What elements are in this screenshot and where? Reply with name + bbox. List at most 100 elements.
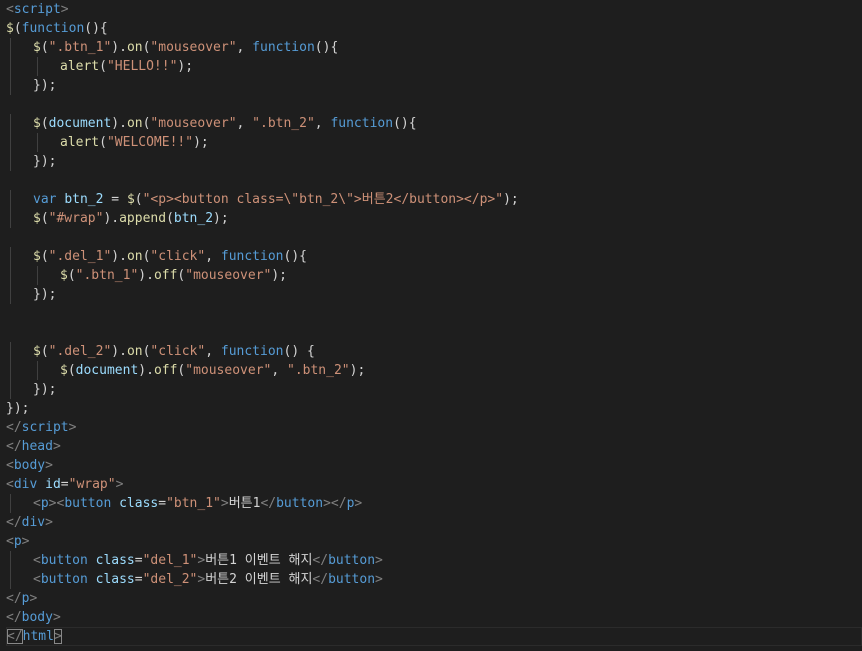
line-content: $(".del_1").on("click", function(){ <box>6 249 307 264</box>
code-token: $ <box>6 21 14 36</box>
code-line[interactable]: <body> <box>6 456 862 475</box>
line-content: <button class="del_1">버튼1 이벤트 해지</button… <box>6 553 383 568</box>
code-token: < <box>33 553 41 568</box>
code-line[interactable] <box>6 95 862 114</box>
code-line[interactable]: }); <box>6 76 862 95</box>
code-line[interactable]: </p> <box>6 589 862 608</box>
code-token: "HELLO!!" <box>106 59 178 74</box>
code-token: "click" <box>150 344 206 359</box>
code-token: (){ <box>283 249 307 264</box>
code-token: > <box>52 610 61 625</box>
code-line[interactable] <box>6 228 862 247</box>
code-line[interactable]: $(".del_2").on("click", function() { <box>6 342 862 361</box>
code-token: , <box>205 249 221 264</box>
code-token: > <box>53 629 62 644</box>
indent-guide <box>10 285 11 304</box>
code-line[interactable]: alert("WELCOME!!"); <box>6 133 862 152</box>
code-token: > <box>45 515 53 530</box>
code-editor[interactable]: <script> $(function(){$(".btn_1").on("mou… <box>0 0 862 651</box>
code-line[interactable]: </body> <box>6 608 862 627</box>
code-token: }); <box>33 382 57 397</box>
line-content: }); <box>6 78 56 93</box>
code-line[interactable] <box>6 304 862 323</box>
code-token: "click" <box>150 249 206 264</box>
indent-guide <box>10 114 11 133</box>
code-line[interactable]: </head> <box>6 437 862 456</box>
code-line[interactable]: $(document).on("mouseover", ".btn_2", fu… <box>6 114 862 133</box>
code-token: script <box>13 2 61 17</box>
code-line[interactable]: var btn_2 = $("<p><button class=\"btn_2\… <box>6 190 862 209</box>
code-line[interactable]: <button class="del_1">버튼1 이벤트 해지</button… <box>6 551 862 570</box>
code-token: ( <box>40 116 49 131</box>
line-content: }); <box>6 154 56 169</box>
code-line[interactable]: $(document).off("mouseover", ".btn_2"); <box>6 361 862 380</box>
code-token: class <box>119 496 159 511</box>
indent-guide <box>10 380 11 399</box>
code-token: </ <box>6 515 22 530</box>
code-token: html <box>22 629 54 644</box>
code-line[interactable]: $("#wrap").append(btn_2); <box>6 209 862 228</box>
code-token: alert <box>60 59 100 74</box>
code-token: body <box>13 458 46 473</box>
code-token: ( <box>67 363 76 378</box>
code-token: p <box>13 534 22 549</box>
code-token: >< <box>48 496 65 511</box>
indent-guide <box>10 247 11 266</box>
code-token: function <box>220 344 284 359</box>
code-token: "wrap" <box>68 477 116 492</box>
code-line[interactable]: $(".del_1").on("click", function(){ <box>6 247 862 266</box>
code-token: ); <box>349 363 366 378</box>
code-line[interactable]: $(".btn_1").off("mouseover"); <box>6 266 862 285</box>
indent-guide <box>37 133 38 152</box>
code-token: $ <box>33 344 41 359</box>
code-line[interactable]: </script> <box>6 418 862 437</box>
code-token: $ <box>33 116 41 131</box>
code-token: btn_2 <box>64 192 104 207</box>
code-line[interactable]: $(".btn_1").on("mouseover", function(){ <box>6 38 862 57</box>
code-token: on <box>126 40 143 55</box>
code-token: button <box>328 553 376 568</box>
code-token: ".btn_2" <box>252 116 315 131</box>
code-line[interactable]: </html> <box>6 627 862 646</box>
code-line[interactable]: <div id="wrap"> <box>6 475 862 494</box>
code-lines[interactable]: <script> $(function(){$(".btn_1").on("mou… <box>6 0 862 646</box>
code-token: ".btn_1" <box>75 268 139 283</box>
code-line[interactable]: }); <box>6 399 862 418</box>
code-line[interactable]: }); <box>6 380 862 399</box>
indent-guide <box>10 342 11 361</box>
code-token: = <box>158 496 167 511</box>
code-token: div <box>21 515 46 530</box>
indent-guide <box>10 190 11 209</box>
code-line[interactable]: }); <box>6 285 862 304</box>
code-line[interactable]: <script> <box>6 0 862 19</box>
code-line[interactable]: </div> <box>6 513 862 532</box>
code-line[interactable]: <p><button class="btn_1">버튼1</button></p… <box>6 494 862 513</box>
code-token: , <box>236 116 253 131</box>
code-token: , <box>314 116 331 131</box>
code-token: </ <box>312 572 329 587</box>
code-line[interactable]: $(function(){ <box>6 19 862 38</box>
code-token: > <box>29 591 38 606</box>
line-content: </html> <box>6 628 62 645</box>
code-line[interactable]: alert("HELLO!!"); <box>6 57 862 76</box>
line-content: $("#wrap").append(btn_2); <box>6 211 229 226</box>
line-content: </script> <box>6 420 76 435</box>
indent-guide <box>10 570 11 589</box>
code-token: ). <box>138 268 154 283</box>
code-token: class <box>95 572 135 587</box>
code-line[interactable] <box>6 323 862 342</box>
code-token: 버튼1 이벤트 해지 <box>205 553 313 568</box>
code-line[interactable]: <p> <box>6 532 862 551</box>
code-line[interactable]: }); <box>6 152 862 171</box>
code-token: </ <box>6 591 22 606</box>
code-token: document <box>48 116 112 131</box>
code-line[interactable] <box>6 171 862 190</box>
code-token: > <box>68 420 77 435</box>
code-token: </ <box>7 629 23 644</box>
code-token: </ <box>6 610 22 625</box>
code-token: ( <box>40 211 49 226</box>
code-token: $ <box>33 249 41 264</box>
code-line[interactable]: <button class="del_2">버튼2 이벤트 해지</button… <box>6 570 862 589</box>
